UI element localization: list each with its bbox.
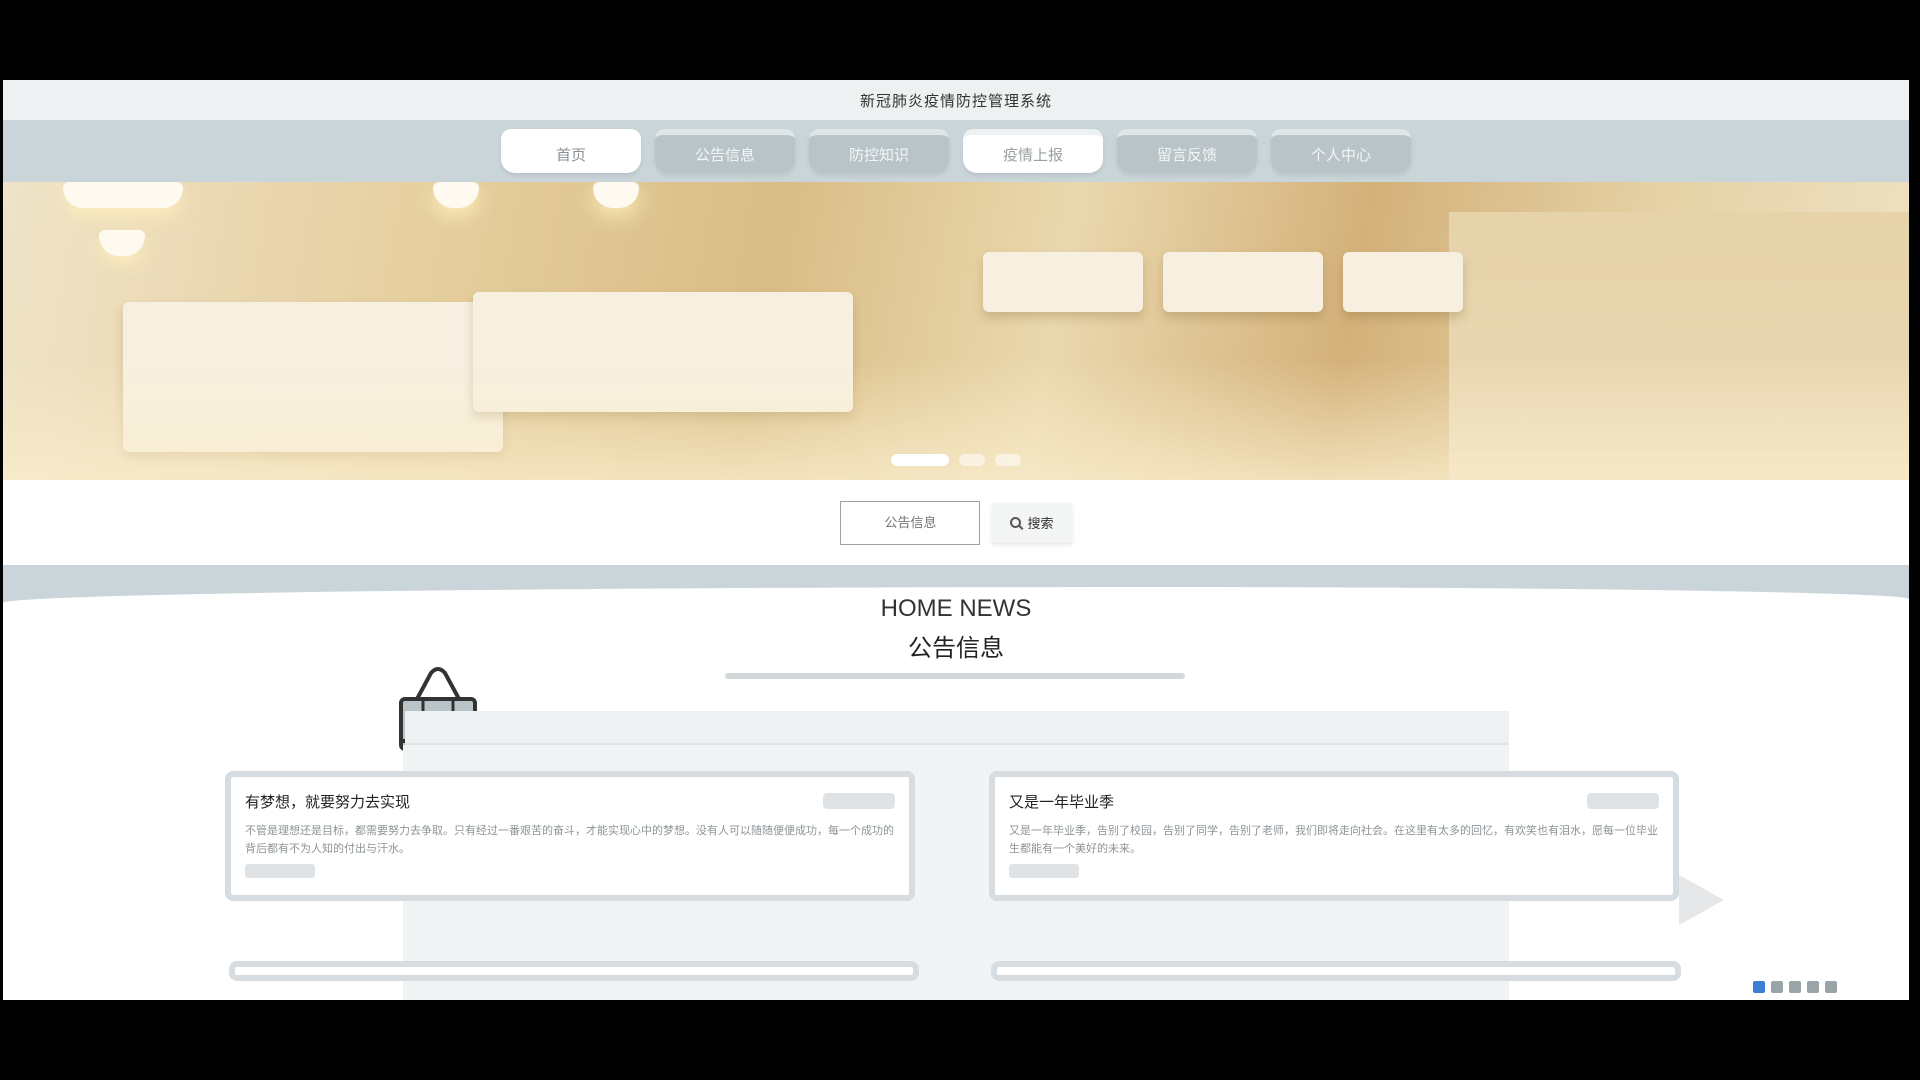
search-icon [1010, 517, 1022, 528]
nav-knowledge[interactable]: 防控知识 [809, 129, 949, 173]
banner-lamp [433, 182, 479, 208]
news-section: HOME NEWS 公告信息 有梦想，就要努力去实现 不管是理想还是目标，都需要… [3, 565, 1909, 1000]
banner-bed [1343, 252, 1463, 312]
tray-notification-icon[interactable] [1825, 981, 1837, 993]
browser-viewport: 新冠肺炎疫情防控管理系统 首页 公告信息 防控知识 疫情上报 留言反馈 个人中心… [3, 80, 1909, 1000]
play-watermark-icon [1679, 875, 1724, 925]
hero-banner[interactable] [3, 182, 1909, 480]
nav-profile[interactable]: 个人中心 [1271, 129, 1411, 173]
news-title-cn: 公告信息 [908, 635, 1004, 662]
banner-lamp [63, 182, 183, 208]
carousel-dot[interactable] [891, 454, 949, 466]
nav-announcements[interactable]: 公告信息 [655, 129, 795, 173]
search-input[interactable] [840, 500, 981, 545]
carousel-dot[interactable] [959, 454, 985, 466]
news-divider [725, 673, 1185, 679]
news-title-en: HOME NEWS [880, 595, 1032, 622]
nav-home[interactable]: 首页 [501, 129, 641, 173]
paper-top [405, 711, 1509, 745]
main-nav: 首页 公告信息 防控知识 疫情上报 留言反馈 个人中心 [3, 120, 1909, 182]
banner-lamp [593, 182, 639, 208]
carousel-indicators [891, 454, 1021, 466]
banner-bed [1163, 252, 1323, 312]
nav-report[interactable]: 疫情上报 [963, 129, 1103, 173]
news-card[interactable]: 又是一年毕业季 又是一年毕业季，告别了校园，告别了同学，告别了老师，我们即将走向… [989, 771, 1679, 901]
news-card[interactable] [229, 961, 919, 981]
tray-volume-icon[interactable] [1789, 981, 1801, 993]
news-card-date [823, 793, 895, 809]
news-card-title[interactable]: 又是一年毕业季 [1009, 791, 1659, 812]
news-card-more[interactable] [245, 864, 315, 878]
search-bar: 搜索 [3, 480, 1909, 565]
banner-bed [983, 252, 1143, 312]
news-card[interactable] [991, 961, 1681, 981]
site-title: 新冠肺炎疫情防控管理系统 [859, 92, 1052, 110]
tray-app-icon[interactable] [1753, 981, 1765, 993]
news-card-text: 又是一年毕业季，告别了校园，告别了同学，告别了老师，我们即将走向社会。在这里有太… [1009, 825, 1658, 855]
search-button[interactable]: 搜索 [992, 502, 1072, 543]
carousel-dot[interactable] [995, 454, 1021, 466]
nav-feedback[interactable]: 留言反馈 [1117, 129, 1257, 173]
tray-network-icon[interactable] [1771, 981, 1783, 993]
title-bar: 新冠肺炎疫情防控管理系统 [3, 80, 1909, 120]
search-button-label: 搜索 [1027, 516, 1054, 531]
news-card-more[interactable] [1009, 864, 1079, 878]
news-card-text: 不管是理想还是目标，都需要努力去争取。只有经过一番艰苦的奋斗，才能实现心中的梦想… [245, 825, 894, 855]
banner-lamp [99, 230, 145, 256]
system-tray [1753, 976, 1903, 998]
news-card-date [1587, 793, 1659, 809]
tray-input-icon[interactable] [1807, 981, 1819, 993]
news-card-title[interactable]: 有梦想，就要努力去实现 [245, 791, 895, 812]
news-card[interactable]: 有梦想，就要努力去实现 不管是理想还是目标，都需要努力去争取。只有经过一番艰苦的… [225, 771, 915, 901]
